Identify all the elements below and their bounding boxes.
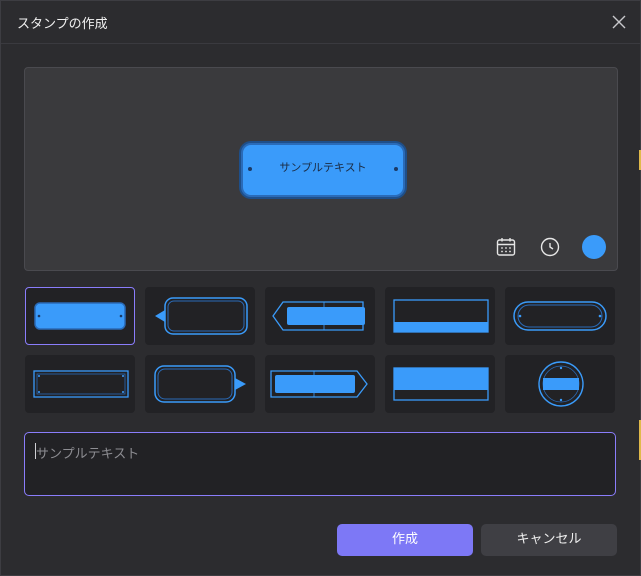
cancel-button[interactable]: キャンセル (481, 524, 617, 556)
stamp-template-4[interactable] (385, 287, 495, 345)
stamp-template-preview (154, 365, 246, 403)
stamp-template-9[interactable] (385, 355, 495, 413)
stamp-template-preview (270, 370, 368, 398)
stamp-template-5[interactable] (505, 287, 615, 345)
stamp-template-preview (33, 370, 129, 398)
close-icon (612, 15, 626, 29)
stamp-template-7[interactable] (145, 355, 255, 413)
stamp-template-preview (393, 299, 489, 333)
stamp-template-preview (513, 301, 607, 331)
stamp-template-3[interactable] (265, 287, 375, 345)
stamp-template-preview (155, 297, 248, 335)
insert-date-button[interactable] (494, 235, 518, 259)
stamp-color-swatch[interactable] (582, 235, 606, 259)
stamp-template-preview (538, 361, 584, 407)
stamp-template-2[interactable] (145, 287, 255, 345)
stamp-template-preview (393, 367, 489, 401)
stamp-template-6[interactable] (25, 355, 135, 413)
stamp-preview-area: サンプルテキスト (24, 67, 618, 271)
calendar-icon (496, 238, 516, 256)
clock-icon (540, 237, 560, 257)
preview-stamp: サンプルテキスト (241, 143, 405, 197)
stamp-template-preview (34, 302, 126, 330)
stamp-template-preview (272, 301, 365, 331)
dialog-title: スタンプの作成 (17, 17, 108, 32)
stamp-template-8[interactable] (265, 355, 375, 413)
insert-time-button[interactable] (538, 235, 562, 259)
stamp-text-input[interactable]: サンプルテキスト (24, 432, 616, 496)
preview-stamp-text: サンプルテキスト (279, 161, 367, 174)
create-button[interactable]: 作成 (337, 524, 473, 556)
stamp-template-10[interactable] (505, 355, 615, 413)
title-bar: スタンプの作成 (1, 1, 640, 44)
create-stamp-dialog: スタンプの作成 サンプルテキスト サンプルテキスト 作成 キャンセル (0, 0, 641, 576)
close-button[interactable] (607, 10, 631, 34)
stamp-template-1[interactable] (25, 287, 135, 345)
stamp-text-placeholder: サンプルテキスト (36, 447, 140, 462)
